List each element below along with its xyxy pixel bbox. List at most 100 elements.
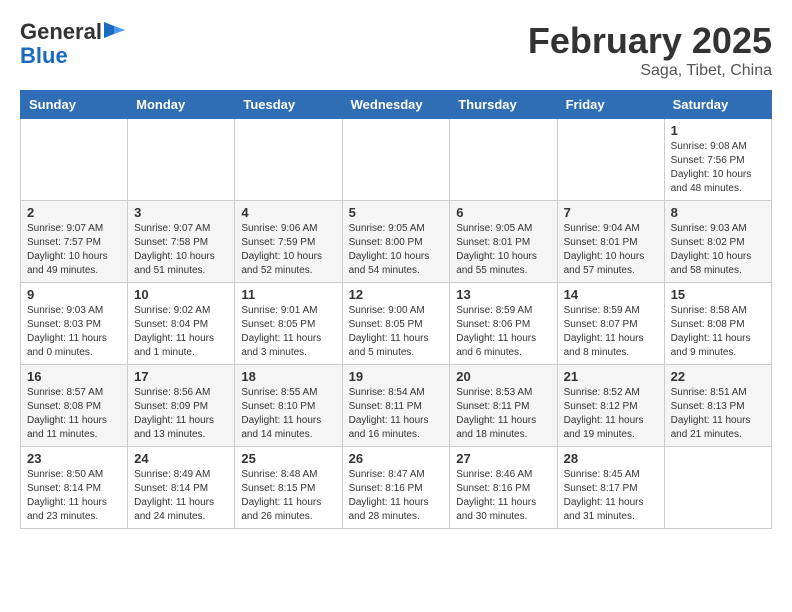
day-number: 16: [27, 369, 121, 384]
day-info: Sunrise: 9:01 AM Sunset: 8:05 PM Dayligh…: [241, 304, 335, 360]
calendar-cell: 26 Sunrise: 8:47 AM Sunset: 8:16 PM Dayli…: [342, 447, 450, 529]
day-info: Sunrise: 8:47 AM Sunset: 8:16 PM Dayligh…: [349, 468, 444, 524]
day-info: Sunrise: 9:03 AM Sunset: 8:03 PM Dayligh…: [27, 304, 121, 360]
calendar-cell: 19 Sunrise: 8:54 AM Sunset: 8:11 PM Dayli…: [342, 365, 450, 447]
calendar-header-thursday: Thursday: [450, 91, 557, 119]
calendar-cell: 4 Sunrise: 9:06 AM Sunset: 7:59 PM Daylig…: [235, 201, 342, 283]
calendar-cell: 5 Sunrise: 9:05 AM Sunset: 8:00 PM Daylig…: [342, 201, 450, 283]
day-number: 3: [134, 205, 228, 220]
calendar-cell: 27 Sunrise: 8:46 AM Sunset: 8:16 PM Dayli…: [450, 447, 557, 529]
calendar-cell: 13 Sunrise: 8:59 AM Sunset: 8:06 PM Dayli…: [450, 283, 557, 365]
logo-blue: Blue: [20, 43, 68, 68]
day-number: 7: [564, 205, 658, 220]
calendar-cell: 10 Sunrise: 9:02 AM Sunset: 8:04 PM Dayli…: [128, 283, 235, 365]
day-info: Sunrise: 9:04 AM Sunset: 8:01 PM Dayligh…: [564, 222, 658, 278]
day-info: Sunrise: 8:57 AM Sunset: 8:08 PM Dayligh…: [27, 386, 121, 442]
logo-flag-icon: [104, 22, 128, 42]
day-number: 10: [134, 287, 228, 302]
calendar-cell: 7 Sunrise: 9:04 AM Sunset: 8:01 PM Daylig…: [557, 201, 664, 283]
day-info: Sunrise: 8:59 AM Sunset: 8:07 PM Dayligh…: [564, 304, 658, 360]
location: Saga, Tibet, China: [528, 62, 772, 80]
day-number: 11: [241, 287, 335, 302]
logo: General Blue: [20, 20, 128, 68]
calendar-cell: 22 Sunrise: 8:51 AM Sunset: 8:13 PM Dayli…: [664, 365, 771, 447]
day-info: Sunrise: 9:05 AM Sunset: 8:00 PM Dayligh…: [349, 222, 444, 278]
month-title: February 2025: [528, 20, 772, 62]
calendar-cell: [235, 119, 342, 201]
day-number: 26: [349, 451, 444, 466]
calendar-cell: 2 Sunrise: 9:07 AM Sunset: 7:57 PM Daylig…: [21, 201, 128, 283]
calendar-cell: [128, 119, 235, 201]
day-number: 27: [456, 451, 550, 466]
day-info: Sunrise: 8:45 AM Sunset: 8:17 PM Dayligh…: [564, 468, 658, 524]
day-info: Sunrise: 8:54 AM Sunset: 8:11 PM Dayligh…: [349, 386, 444, 442]
day-number: 21: [564, 369, 658, 384]
day-number: 5: [349, 205, 444, 220]
day-number: 25: [241, 451, 335, 466]
day-number: 23: [27, 451, 121, 466]
day-info: Sunrise: 9:02 AM Sunset: 8:04 PM Dayligh…: [134, 304, 228, 360]
calendar-header-wednesday: Wednesday: [342, 91, 450, 119]
day-number: 18: [241, 369, 335, 384]
day-info: Sunrise: 8:52 AM Sunset: 8:12 PM Dayligh…: [564, 386, 658, 442]
calendar-cell: 21 Sunrise: 8:52 AM Sunset: 8:12 PM Dayli…: [557, 365, 664, 447]
calendar-cell: 11 Sunrise: 9:01 AM Sunset: 8:05 PM Dayli…: [235, 283, 342, 365]
day-number: 15: [671, 287, 765, 302]
title-block: February 2025 Saga, Tibet, China: [528, 20, 772, 80]
day-number: 9: [27, 287, 121, 302]
calendar-cell: 17 Sunrise: 8:56 AM Sunset: 8:09 PM Dayli…: [128, 365, 235, 447]
day-number: 8: [671, 205, 765, 220]
calendar-cell: 20Sunrise: 8:53 AM Sunset: 8:11 PM Dayli…: [450, 365, 557, 447]
calendar-cell: 28 Sunrise: 8:45 AM Sunset: 8:17 PM Dayli…: [557, 447, 664, 529]
calendar-cell: 12Sunrise: 9:00 AM Sunset: 8:05 PM Dayli…: [342, 283, 450, 365]
calendar-cell: [450, 119, 557, 201]
calendar-cell: [664, 447, 771, 529]
day-info: Sunrise: 8:48 AM Sunset: 8:15 PM Dayligh…: [241, 468, 335, 524]
calendar-cell: 15 Sunrise: 8:58 AM Sunset: 8:08 PM Dayli…: [664, 283, 771, 365]
calendar-cell: 16 Sunrise: 8:57 AM Sunset: 8:08 PM Dayli…: [21, 365, 128, 447]
page-header: General Blue February 2025 Saga, Tibet, …: [20, 20, 772, 80]
day-number: 14: [564, 287, 658, 302]
calendar-header-sunday: Sunday: [21, 91, 128, 119]
day-number: 20: [456, 369, 550, 384]
calendar-cell: 9 Sunrise: 9:03 AM Sunset: 8:03 PM Daylig…: [21, 283, 128, 365]
day-number: 22: [671, 369, 765, 384]
day-info: Sunrise: 8:49 AM Sunset: 8:14 PM Dayligh…: [134, 468, 228, 524]
calendar-cell: 14 Sunrise: 8:59 AM Sunset: 8:07 PM Dayli…: [557, 283, 664, 365]
calendar-cell: 3Sunrise: 9:07 AM Sunset: 7:58 PM Daylig…: [128, 201, 235, 283]
calendar-cell: 6Sunrise: 9:05 AM Sunset: 8:01 PM Daylig…: [450, 201, 557, 283]
day-info: Sunrise: 8:59 AM Sunset: 8:06 PM Dayligh…: [456, 304, 550, 360]
day-info: Sunrise: 8:56 AM Sunset: 8:09 PM Dayligh…: [134, 386, 228, 442]
day-number: 28: [564, 451, 658, 466]
calendar-cell: 25 Sunrise: 8:48 AM Sunset: 8:15 PM Dayli…: [235, 447, 342, 529]
day-info: Sunrise: 8:50 AM Sunset: 8:14 PM Dayligh…: [27, 468, 121, 524]
calendar-cell: [557, 119, 664, 201]
logo-general: General: [20, 20, 102, 44]
day-info: Sunrise: 9:07 AM Sunset: 7:57 PM Dayligh…: [27, 222, 121, 278]
calendar-header-saturday: Saturday: [664, 91, 771, 119]
day-number: 19: [349, 369, 444, 384]
calendar-header-monday: Monday: [128, 91, 235, 119]
day-number: 13: [456, 287, 550, 302]
day-number: 2: [27, 205, 121, 220]
calendar-cell: 24 Sunrise: 8:49 AM Sunset: 8:14 PM Dayli…: [128, 447, 235, 529]
day-info: Sunrise: 9:06 AM Sunset: 7:59 PM Dayligh…: [241, 222, 335, 278]
day-info: Sunrise: 9:08 AM Sunset: 7:56 PM Dayligh…: [671, 140, 765, 196]
calendar-cell: [21, 119, 128, 201]
day-number: 4: [241, 205, 335, 220]
day-number: 17: [134, 369, 228, 384]
day-number: 6: [456, 205, 550, 220]
calendar-week-row: 23 Sunrise: 8:50 AM Sunset: 8:14 PM Dayli…: [21, 447, 772, 529]
calendar-cell: 18 Sunrise: 8:55 AM Sunset: 8:10 PM Dayli…: [235, 365, 342, 447]
calendar-week-row: 16 Sunrise: 8:57 AM Sunset: 8:08 PM Dayli…: [21, 365, 772, 447]
day-info: Sunrise: 8:55 AM Sunset: 8:10 PM Dayligh…: [241, 386, 335, 442]
calendar-cell: 8Sunrise: 9:03 AM Sunset: 8:02 PM Daylig…: [664, 201, 771, 283]
calendar-cell: [342, 119, 450, 201]
day-info: Sunrise: 8:51 AM Sunset: 8:13 PM Dayligh…: [671, 386, 765, 442]
calendar-header-row: SundayMondayTuesdayWednesdayThursdayFrid…: [21, 91, 772, 119]
calendar-table: SundayMondayTuesdayWednesdayThursdayFrid…: [20, 90, 772, 529]
day-number: 24: [134, 451, 228, 466]
day-info: Sunrise: 8:58 AM Sunset: 8:08 PM Dayligh…: [671, 304, 765, 360]
calendar-week-row: 2 Sunrise: 9:07 AM Sunset: 7:57 PM Daylig…: [21, 201, 772, 283]
day-info: Sunrise: 8:46 AM Sunset: 8:16 PM Dayligh…: [456, 468, 550, 524]
